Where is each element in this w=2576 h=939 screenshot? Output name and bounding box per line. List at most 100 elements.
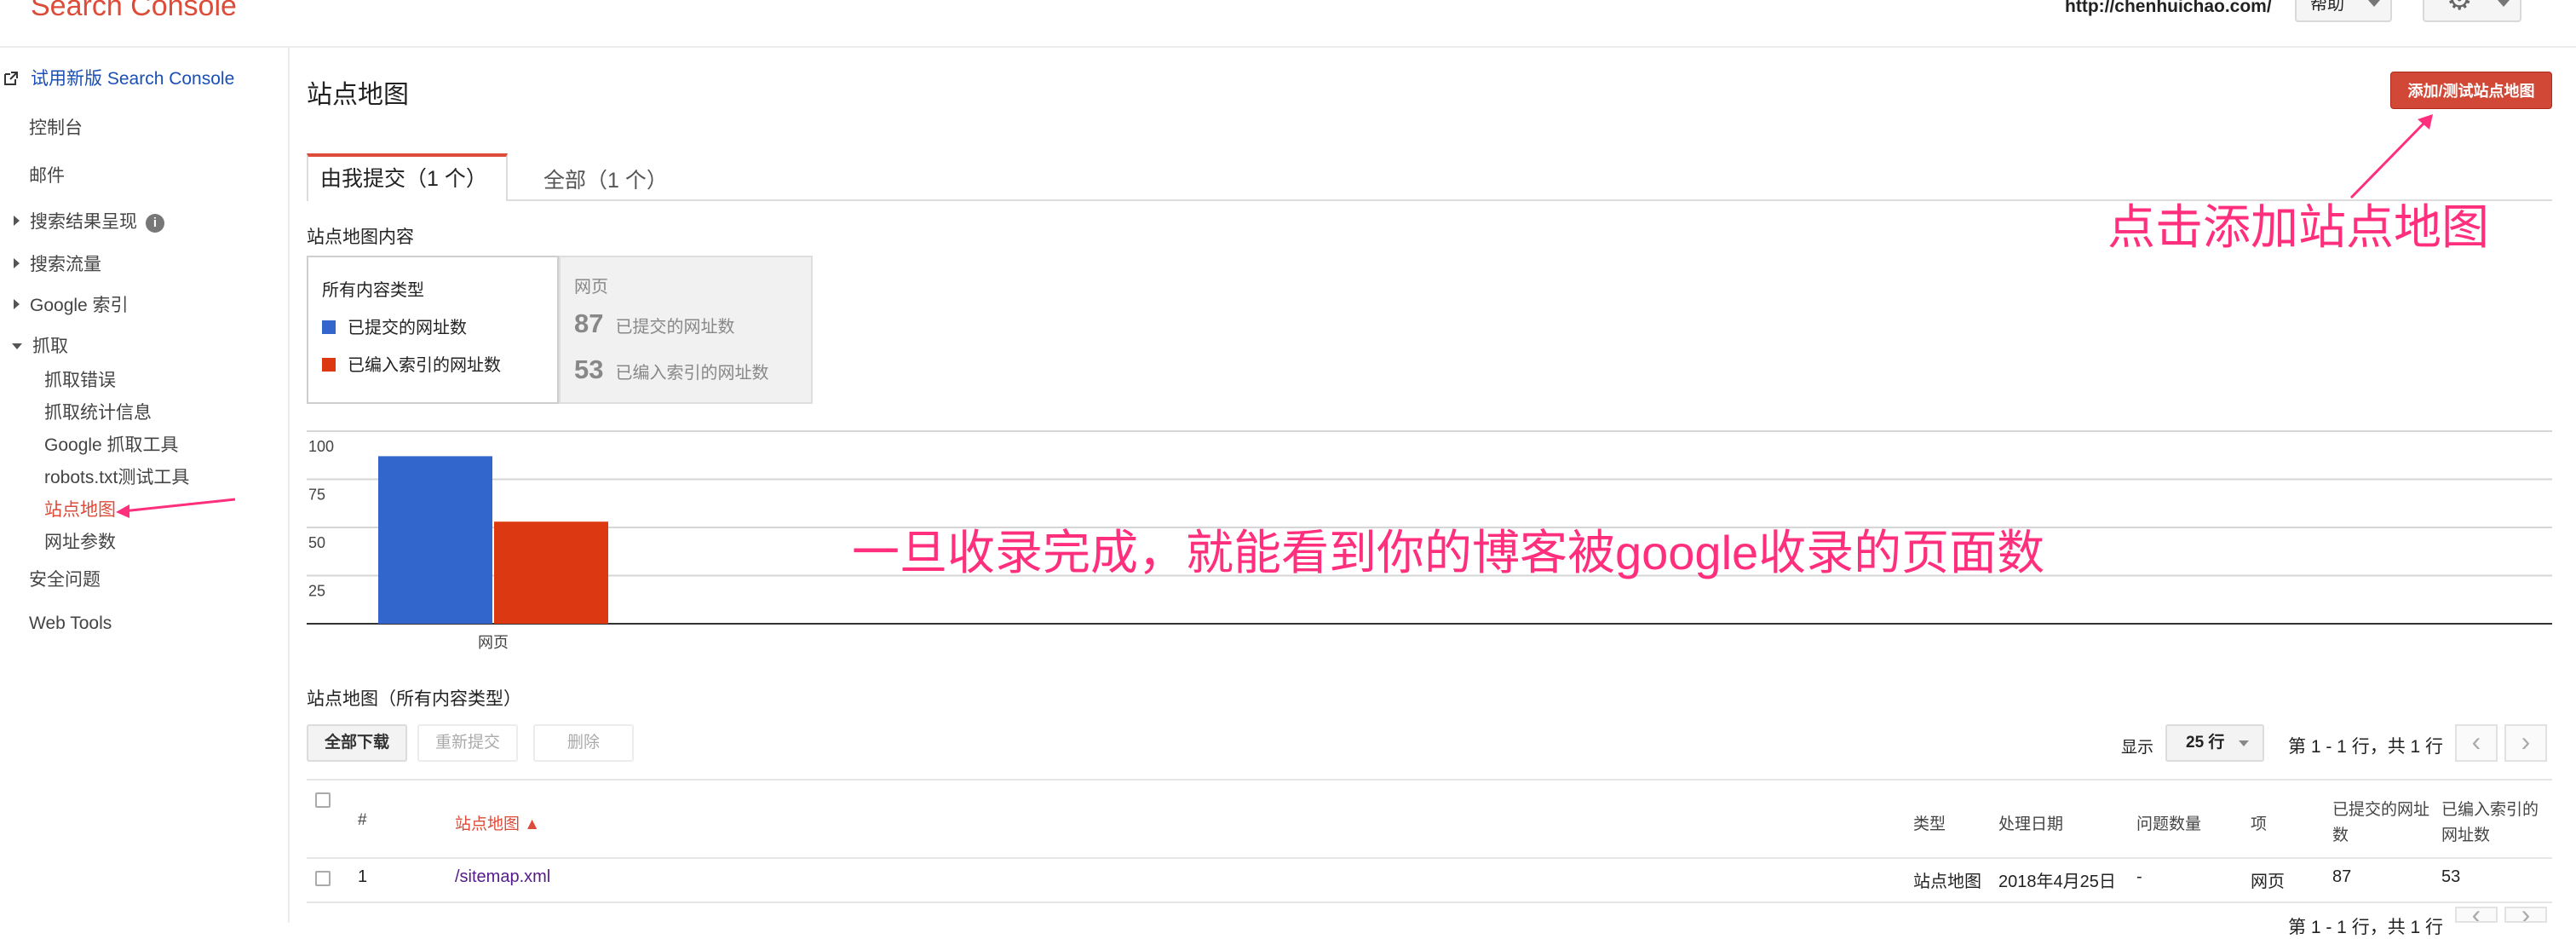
expand-arrow-icon [14, 216, 20, 226]
content-type-legend: 所有内容类型 已提交的网址数 已编入索引的网址数 [307, 256, 559, 404]
gear-icon: ⚙ [2447, 0, 2473, 16]
column-header-sitemap[interactable]: 站点地图 ▲ [455, 811, 540, 834]
help-button-label: 帮助 [2310, 0, 2344, 14]
chevron-down-icon [2498, 0, 2510, 7]
sidebar-item-label: Google 索引 [30, 296, 129, 315]
sidebar-item-label: 抓取 [32, 337, 68, 356]
row-type: 站点地图 [1913, 873, 1981, 891]
legend-item-submitted[interactable]: 已提交的网址数 [322, 314, 467, 338]
legend-item-indexed[interactable]: 已编入索引的网址数 [322, 351, 501, 376]
legend-swatch-indexed [322, 358, 336, 372]
sidebar-item-messages[interactable]: 邮件 [29, 162, 65, 187]
search-console-logo[interactable]: Search Console [31, 0, 237, 23]
table-header-divider [307, 857, 2552, 859]
rows-per-page-value: 25 行 [2186, 734, 2225, 752]
chevron-down-icon [2368, 0, 2380, 7]
sidebar-item-label: 搜索流量 [30, 255, 101, 274]
legend-swatch-submitted [322, 320, 336, 334]
sidebar-item-search-appearance[interactable]: 搜索结果呈现 i [14, 208, 164, 233]
show-rows-label: 显示 [2121, 739, 2154, 757]
sidebar-item-web-tools[interactable]: Web Tools [29, 614, 112, 634]
sitemap-bar-chart: 25 50 75 100 网页 [307, 430, 2552, 651]
prev-page-button[interactable]: ‹ [2455, 724, 2498, 762]
sidebar-item-robots-tester[interactable]: robots.txt测试工具 [44, 464, 189, 489]
bar-submitted [378, 456, 492, 624]
chevron-down-icon [2239, 740, 2249, 746]
column-header-items[interactable]: 项 [2251, 811, 2267, 834]
collapse-arrow-icon [12, 343, 22, 349]
bar-indexed [494, 521, 608, 624]
y-tick-label: 100 [308, 438, 334, 455]
row-indexed-urls: 53 [2441, 867, 2461, 886]
expand-arrow-icon [14, 299, 20, 309]
y-tick-label: 75 [308, 487, 325, 504]
top-header: Search Console http://chenhuichao.com/ 帮… [0, 0, 2576, 48]
sidebar-item-crawl-stats[interactable]: 抓取统计信息 [44, 399, 152, 424]
row-item: 网页 [2251, 873, 2285, 891]
submitted-count: 87 [574, 308, 604, 338]
pagination-text: 第 1 - 1 行，共 1 行 [2288, 737, 2444, 757]
sidebar-item-crawl-errors[interactable]: 抓取错误 [44, 366, 116, 392]
y-tick-label: 50 [308, 534, 325, 551]
webpage-stats-panel[interactable]: 网页 87 已提交的网址数 53 已编入索引的网址数 [559, 256, 813, 404]
page-title: 站点地图 [307, 81, 409, 109]
select-all-checkbox[interactable] [315, 792, 331, 808]
indexed-count-label: 已编入索引的网址数 [615, 364, 769, 383]
sidebar-item-crawl[interactable]: 抓取 [12, 332, 68, 358]
column-header-number: # [358, 811, 367, 829]
row-checkbox[interactable] [315, 871, 331, 886]
table-row-divider [307, 902, 2552, 903]
sidebar-item-sitemaps[interactable]: 站点地图 [44, 496, 116, 521]
row-processed-date: 2018年4月25日 [1998, 873, 2116, 891]
legend-submitted-label: 已提交的网址数 [348, 319, 467, 337]
sitemap-table-heading: 站点地图（所有内容类型） [307, 689, 521, 709]
tab-all[interactable]: 全部（1 个） [543, 164, 668, 194]
table-top-border [307, 779, 2552, 781]
x-tick-label: 网页 [478, 634, 509, 651]
sidebar-item-dashboard[interactable]: 控制台 [29, 114, 83, 140]
sidebar-item-url-parameters[interactable]: 网址参数 [44, 528, 116, 554]
try-new-label: 试用新版 Search Console [31, 69, 235, 89]
sitemap-content-heading: 站点地图内容 [307, 228, 414, 247]
column-header-submitted-urls[interactable]: 已提交的网址数 [2332, 798, 2438, 849]
column-header-indexed-urls[interactable]: 已编入索引的网址数 [2441, 798, 2547, 849]
row-submitted-urls: 87 [2332, 867, 2352, 886]
settings-button[interactable]: ⚙ [2423, 0, 2521, 22]
info-icon[interactable]: i [146, 214, 164, 233]
stats-header: 网页 [574, 278, 608, 297]
row-issues: - [2136, 867, 2142, 886]
external-link-icon [4, 72, 18, 85]
site-selector[interactable]: http://chenhuichao.com/ [2065, 0, 2272, 17]
sidebar-item-fetch-as-google[interactable]: Google 抓取工具 [44, 431, 179, 457]
delete-button[interactable]: 删除 [533, 724, 634, 762]
tabs-divider [307, 199, 2552, 201]
sidebar-item-security-issues[interactable]: 安全问题 [29, 566, 101, 591]
bottom-pagination-text: 第 1 - 1 行，共 1 行 [2288, 918, 2444, 937]
sitemap-link[interactable]: /sitemap.xml [455, 867, 550, 887]
y-tick-label: 25 [308, 583, 325, 600]
row-number: 1 [358, 867, 368, 886]
tab-submitted-by-me[interactable]: 由我提交（1 个） [307, 153, 508, 201]
sidebar-annotation-arrow [116, 498, 236, 518]
sidebar-item-google-index[interactable]: Google 索引 [14, 291, 129, 317]
indexed-count: 53 [574, 354, 604, 384]
download-all-button[interactable]: 全部下载 [307, 724, 407, 762]
bottom-next-page-button[interactable]: › [2504, 907, 2547, 923]
stats-indexed: 53 已编入索引的网址数 [574, 354, 768, 385]
add-test-sitemap-button[interactable]: 添加/测试站点地图 [2390, 72, 2552, 109]
annotation-indexed-pages: 一旦收录完成，就能看到你的博客被google收录的页面数 [852, 526, 2045, 579]
bottom-prev-page-button[interactable]: ‹ [2455, 907, 2498, 923]
column-header-processed-date[interactable]: 处理日期 [1998, 811, 2063, 834]
legend-indexed-label: 已编入索引的网址数 [348, 356, 501, 375]
column-header-issues[interactable]: 问题数量 [2136, 811, 2201, 834]
expand-arrow-icon [14, 258, 20, 268]
sidebar-item-search-traffic[interactable]: 搜索流量 [14, 251, 101, 276]
submitted-count-label: 已提交的网址数 [615, 318, 735, 337]
resubmit-button[interactable]: 重新提交 [417, 724, 518, 762]
legend-header: 所有内容类型 [322, 281, 424, 300]
column-header-type[interactable]: 类型 [1913, 811, 1946, 834]
rows-per-page-select[interactable]: 25 行 [2165, 724, 2264, 762]
next-page-button[interactable]: › [2504, 724, 2547, 762]
help-button[interactable]: 帮助 [2295, 0, 2392, 22]
try-new-search-console-link[interactable]: 试用新版 Search Console [3, 65, 234, 90]
